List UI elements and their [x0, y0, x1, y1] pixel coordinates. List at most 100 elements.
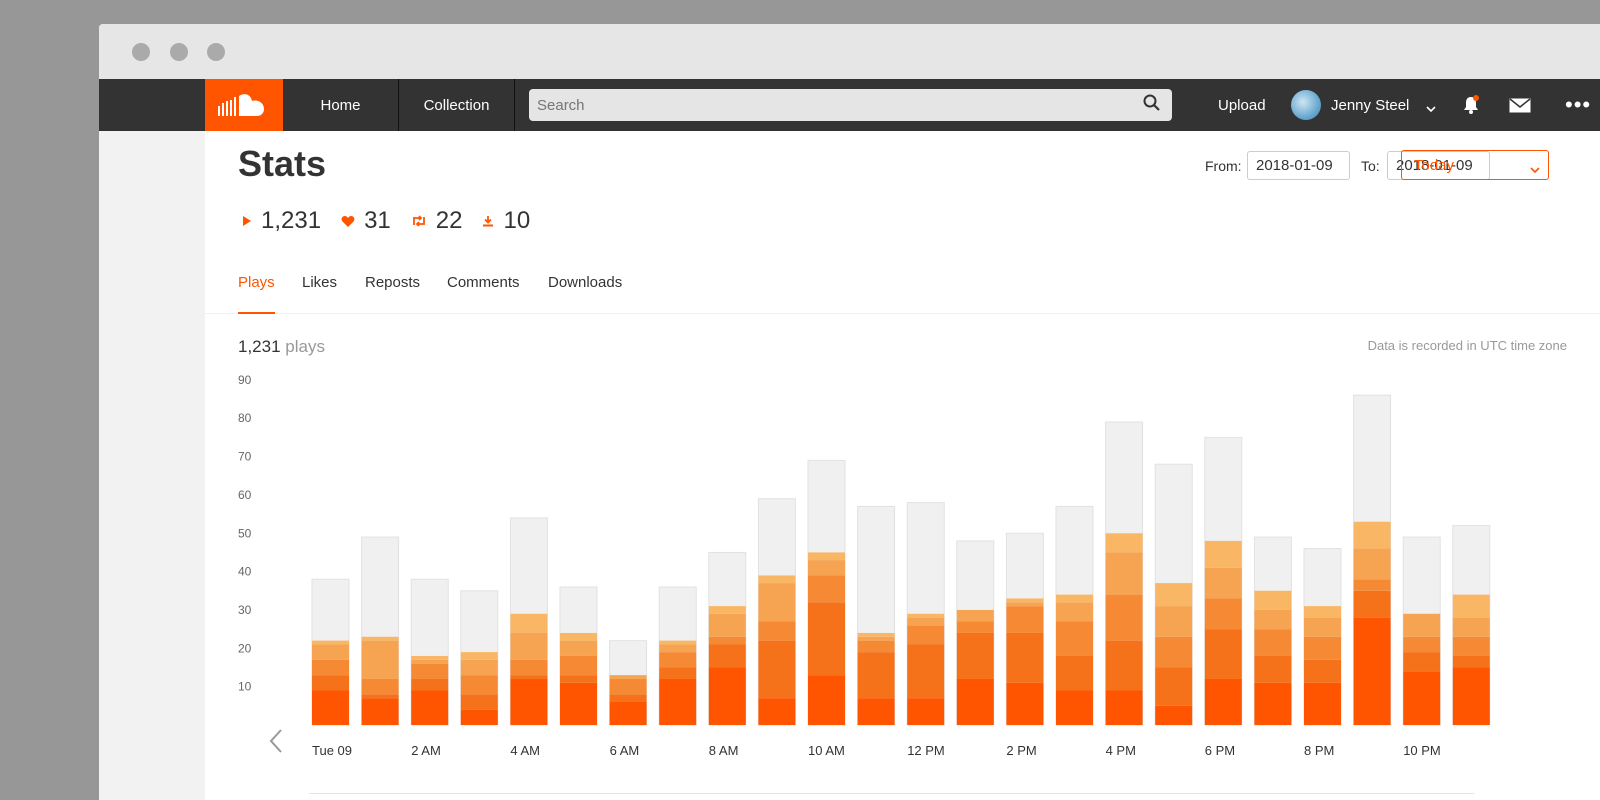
bar-segment: [460, 694, 498, 710]
timeline-scrollbar[interactable]: [309, 793, 1474, 794]
chevron-left-icon[interactable]: [268, 728, 284, 759]
bar-segment: [312, 675, 349, 691]
repost-icon: [411, 215, 427, 227]
bar-segment: [1304, 617, 1341, 637]
bar-segment: [1452, 636, 1490, 656]
window-minimize-button[interactable]: [170, 43, 188, 61]
y-tick-label: 40: [238, 565, 252, 579]
x-tick-label: 4 AM: [510, 743, 540, 758]
x-tick-label: 6 PM: [1205, 743, 1235, 758]
bar-segment: [510, 632, 548, 660]
bar-segment: [907, 617, 945, 626]
search-icon[interactable]: [1143, 94, 1161, 117]
bar-segment: [659, 667, 697, 679]
bar-segment: [361, 678, 399, 695]
soundcloud-logo[interactable]: [205, 79, 283, 131]
download-icon: [482, 215, 494, 227]
tab-likes[interactable]: Likes: [302, 274, 337, 291]
bar-segment: [460, 652, 498, 660]
bar-segment: [708, 636, 746, 645]
upload-link[interactable]: Upload: [1218, 79, 1266, 131]
bar-segment: [1204, 598, 1242, 630]
bar-segment: [460, 659, 498, 676]
bar-segment: [1105, 594, 1143, 641]
bar-segment: [808, 675, 845, 725]
tab-comments[interactable]: Comments: [447, 274, 520, 291]
bar-segment: [1403, 652, 1441, 672]
window-close-button[interactable]: [132, 43, 150, 61]
bar-segment: [1304, 636, 1341, 660]
plays-bar-chart: 10 20 30 40 50 60 70 80 90 Tue 09 2 AM 4 AM 6 AM 8 AM…: [238, 373, 1491, 758]
more-options-icon[interactable]: •••: [1565, 79, 1591, 131]
bar-segment: [1056, 655, 1093, 691]
messages-mail-icon[interactable]: [1509, 98, 1531, 118]
bar-segment: [907, 644, 945, 699]
search-input[interactable]: [529, 89, 1172, 121]
bar-segment: [560, 655, 597, 676]
window-maximize-button[interactable]: [207, 43, 225, 61]
bar-segment: [1403, 671, 1441, 725]
likes-count: 31: [364, 207, 391, 234]
tab-plays[interactable]: Plays: [238, 274, 275, 291]
x-tick-label: 2 PM: [1006, 743, 1036, 758]
bar-segment: [758, 575, 796, 584]
bar-segment: [857, 652, 895, 699]
chevron-down-icon[interactable]: [1426, 100, 1436, 118]
window-titlebar: [99, 24, 1600, 79]
bar-segment: [708, 644, 746, 668]
nav-collection[interactable]: Collection: [399, 79, 515, 131]
x-tick-label: 10 AM: [808, 743, 845, 758]
bar-segment: [956, 609, 994, 622]
soundcloud-cloud-icon: [218, 94, 264, 116]
bar-segment: [1304, 682, 1341, 725]
plays-total-unit: plays: [285, 337, 325, 356]
plays-total-count: 1,231: [238, 337, 281, 356]
date-range-label: Today: [1414, 156, 1455, 174]
nav-home[interactable]: Home: [283, 79, 399, 131]
bar-segment: [1105, 690, 1143, 725]
avatar[interactable]: [1291, 90, 1321, 120]
y-tick-label: 60: [238, 488, 252, 502]
bar-segment: [312, 640, 349, 645]
x-tick-label: 12 PM: [907, 743, 945, 758]
bar-segment: [1056, 621, 1093, 656]
bar-segment: [758, 583, 796, 622]
top-navbar: Home Collection Upload Jenny Steel •••: [99, 79, 1600, 131]
bar-segment: [1105, 640, 1143, 691]
bar-segment: [758, 621, 796, 641]
bar-segment: [1155, 583, 1193, 607]
notifications-bell-icon[interactable]: [1461, 95, 1481, 120]
bar-segment: [411, 659, 449, 664]
bar-segment: [1056, 690, 1093, 725]
bar-segment: [510, 675, 548, 679]
tab-downloads[interactable]: Downloads: [548, 274, 622, 291]
bar-segment: [1403, 613, 1441, 637]
x-tick-label: 8 AM: [709, 743, 739, 758]
username[interactable]: Jenny Steel: [1331, 79, 1409, 131]
plays-count: 1,231: [261, 207, 322, 234]
bar-segment: [609, 678, 647, 695]
date-range-select[interactable]: Today: [1401, 150, 1549, 180]
bar-segment: [1254, 609, 1292, 630]
bar-segment: [460, 675, 498, 695]
x-tick-label: 2 AM: [411, 743, 441, 758]
bar-segment: [1056, 602, 1093, 622]
bar-segment: [560, 675, 597, 683]
bar-segment: [758, 698, 796, 725]
tab-reposts[interactable]: Reposts: [365, 274, 420, 291]
bar-segment: [510, 659, 548, 676]
bar-segment: [1006, 602, 1044, 607]
bar-segment: [1452, 667, 1490, 725]
bar-segment: [1254, 590, 1292, 610]
play-icon: [242, 215, 252, 227]
bar-segment: [808, 552, 845, 561]
bar-segment: [1105, 552, 1143, 595]
reposts-count: 22: [435, 207, 463, 234]
from-date-field[interactable]: 2018-01-09: [1247, 151, 1350, 180]
bar-segment: [609, 694, 647, 702]
bar-segment: [1155, 705, 1193, 725]
utc-note: Data is recorded in UTC time zone: [1367, 338, 1567, 353]
bar-segment: [1452, 594, 1490, 618]
y-tick-label: 80: [238, 411, 252, 425]
bar-segment: [808, 560, 845, 576]
